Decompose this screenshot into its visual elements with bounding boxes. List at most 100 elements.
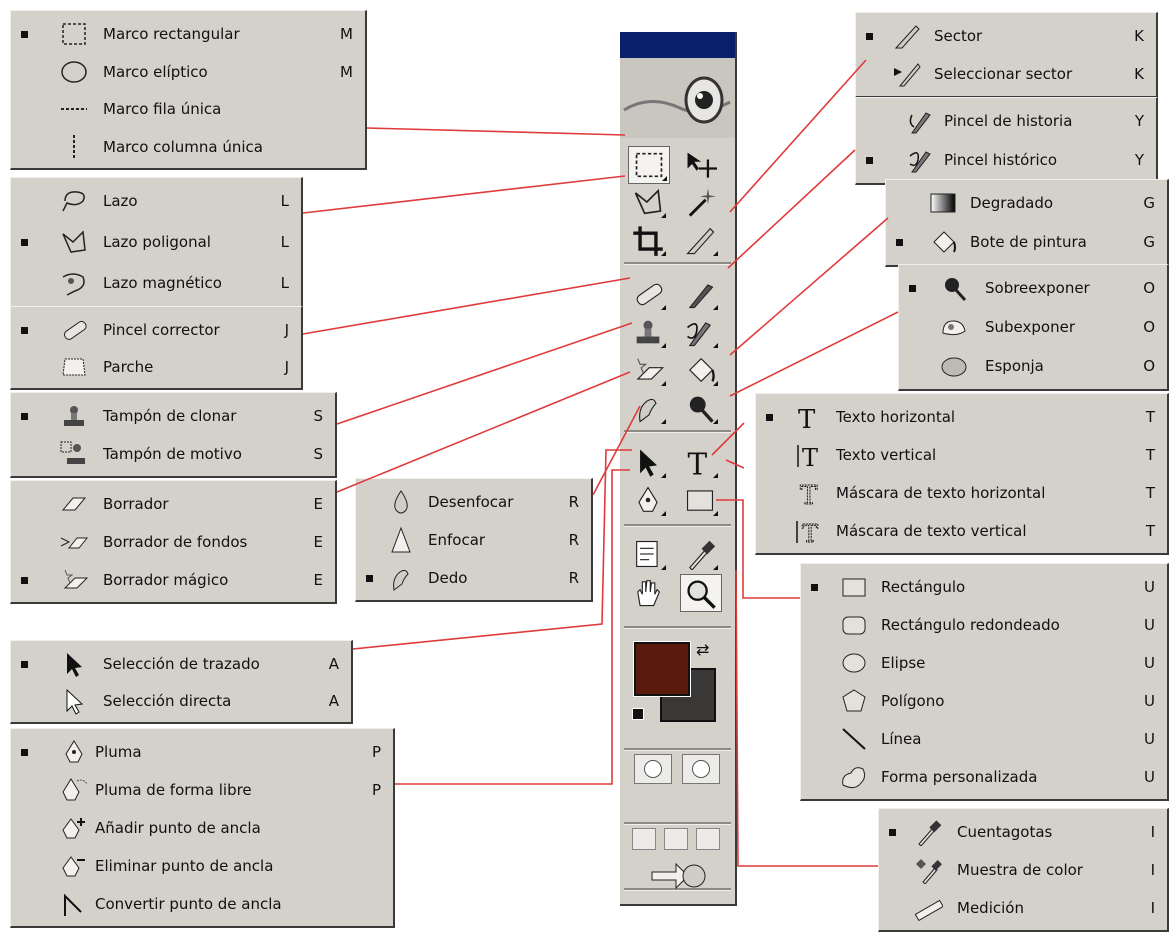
swap-colors-icon[interactable]: ⇄ xyxy=(696,640,709,659)
menu-item-delete-anchor[interactable]: Eliminar punto de ancla xyxy=(11,848,393,885)
full-screen-button[interactable] xyxy=(696,828,720,850)
menu-item-horizontal-type[interactable]: T Texto horizontal T xyxy=(756,399,1167,436)
menu-item-line[interactable]: Línea U xyxy=(801,721,1167,758)
menu-item-ellipse-marquee[interactable]: Marco elíptico M xyxy=(11,54,365,91)
menu-item-vertical-type[interactable]: T Texto vertical T xyxy=(756,437,1167,474)
menu-item-label: Borrador mágico xyxy=(103,571,229,589)
menu-item-eraser[interactable]: Borrador E xyxy=(11,486,335,523)
menu-item-polygon[interactable]: Polígono U xyxy=(801,683,1167,720)
convert-anchor-icon xyxy=(59,890,89,918)
menu-item-freeform-pen[interactable]: Pluma de forma libre P xyxy=(11,772,393,809)
menu-item-dodge[interactable]: Sobreexponer O xyxy=(899,270,1167,307)
tool-zoom[interactable] xyxy=(680,574,722,612)
menu-item-magnetic-lasso[interactable]: Lazo magnético L xyxy=(11,265,301,302)
menu-item-add-anchor[interactable]: Añadir punto de ancla xyxy=(11,810,393,847)
tool-dodge[interactable] xyxy=(680,390,720,426)
tool-magic-wand[interactable] xyxy=(680,184,720,220)
menu-item-magic-eraser[interactable]: Borrador mágico E xyxy=(11,562,335,599)
tool-rect-marquee[interactable] xyxy=(628,146,670,184)
hand-icon xyxy=(631,576,665,612)
tool-paint-bucket[interactable] xyxy=(680,352,720,388)
freeform-pen-icon xyxy=(59,776,89,804)
menu-item-history-brush[interactable]: Pincel de historia Y xyxy=(856,103,1156,140)
foreground-color-swatch[interactable] xyxy=(633,641,691,697)
tool-move[interactable] xyxy=(680,146,720,182)
menu-item-label: Elipse xyxy=(881,654,926,672)
menu-item-art-history-brush[interactable]: Pincel histórico Y xyxy=(856,142,1156,179)
menu-item-label: Subexponer xyxy=(985,318,1075,336)
tool-notes[interactable] xyxy=(628,536,668,572)
art-history-brush-icon xyxy=(683,316,717,352)
tool-pen[interactable] xyxy=(628,482,668,518)
flyout-triangle-icon xyxy=(661,343,666,348)
tool-path-selection[interactable] xyxy=(628,444,668,480)
toolbar-divider xyxy=(624,626,731,629)
tool-horizontal-type[interactable]: T xyxy=(680,444,720,482)
standard-mode-button[interactable] xyxy=(634,754,672,784)
menu-item-ellipse[interactable]: Elipse U xyxy=(801,645,1167,682)
standard-screen-button[interactable] xyxy=(632,828,656,850)
tool-eyedropper[interactable] xyxy=(680,536,720,572)
menu-item-blur[interactable]: Desenfocar R xyxy=(356,484,591,521)
tool-hand[interactable] xyxy=(628,574,668,610)
menu-item-patch[interactable]: Parche J xyxy=(11,349,301,386)
menu-item-rounded-rectangle[interactable]: Rectángulo redondeado U xyxy=(801,607,1167,644)
menu-item-background-eraser[interactable]: Borrador de fondos E xyxy=(11,524,335,561)
menu-item-measure[interactable]: Medición I xyxy=(879,890,1167,927)
menu-item-color-sampler[interactable]: Muestra de color I xyxy=(879,852,1167,889)
menu-item-clone-stamp[interactable]: Tampón de clonar S xyxy=(11,398,335,435)
tool-clone-stamp[interactable] xyxy=(628,314,668,350)
menu-item-pen[interactable]: Pluma P xyxy=(11,734,393,771)
menu-item-sponge[interactable]: Esponja O xyxy=(899,348,1167,385)
selected-bullet-icon xyxy=(21,327,28,334)
shortcut-key: U xyxy=(1144,654,1155,672)
menu-item-horizontal-type-mask[interactable]: T Máscara de texto horizontal T xyxy=(756,475,1167,512)
full-screen-menu-button[interactable] xyxy=(664,828,688,850)
menu-item-slice[interactable]: Sector K xyxy=(856,18,1156,55)
menu-item-rectangle[interactable]: Rectángulo U xyxy=(801,569,1167,606)
tool-healing-brush[interactable] xyxy=(628,276,668,312)
menu-item-convert-anchor[interactable]: Convertir punto de ancla xyxy=(11,886,393,923)
menu-item-rect-marquee[interactable]: Marco rectangular M xyxy=(11,16,365,53)
menu-item-path-selection[interactable]: Selección de trazado A xyxy=(11,646,351,683)
menu-item-burn[interactable]: Subexponer O xyxy=(899,309,1167,346)
menu-item-column-marquee[interactable]: Marco columna única xyxy=(11,129,365,166)
menu-item-label: Marco fila única xyxy=(103,100,222,118)
jump-to-imageready-button[interactable] xyxy=(648,858,708,894)
menu-item-gradient[interactable]: Degradado G xyxy=(886,185,1167,222)
shortcut-key: T xyxy=(1145,408,1155,426)
menu-item-slice-select[interactable]: Seleccionar sector K xyxy=(856,56,1156,93)
toolbox-title-bar[interactable] xyxy=(620,32,735,58)
default-colors-icon[interactable] xyxy=(632,708,644,720)
toolbar-divider xyxy=(624,430,731,433)
menu-item-polygonal-lasso[interactable]: Lazo poligonal L xyxy=(11,224,301,261)
menu-item-row-marquee[interactable]: Marco fila única xyxy=(11,91,365,128)
menu-item-label: Pluma de forma libre xyxy=(95,781,252,799)
menu-item-sharpen[interactable]: Enfocar R xyxy=(356,522,591,559)
toolbar-divider xyxy=(624,262,731,265)
tool-rectangle[interactable] xyxy=(680,482,720,518)
menu-item-paint-bucket[interactable]: Bote de pintura G xyxy=(886,224,1167,261)
quick-mask-button[interactable] xyxy=(682,754,720,784)
tool-slice[interactable] xyxy=(680,222,720,258)
tool-art-history-brush[interactable] xyxy=(680,314,720,350)
connector-line xyxy=(729,59,867,213)
menu-item-eyedropper[interactable]: Cuentagotas I xyxy=(879,814,1167,851)
tool-polygonal-lasso[interactable] xyxy=(628,184,668,220)
flyout-blur: Desenfocar R Enfocar R Dedo R xyxy=(355,478,593,602)
tool-magic-eraser[interactable] xyxy=(628,352,668,388)
menu-item-pattern-stamp[interactable]: Tampón de motivo S xyxy=(11,436,335,473)
shortcut-key: S xyxy=(313,407,323,425)
menu-item-custom-shape[interactable]: Forma personalizada U xyxy=(801,759,1167,796)
menu-item-healing-brush[interactable]: Pincel corrector J xyxy=(11,312,301,349)
menu-item-lasso[interactable]: Lazo L xyxy=(11,183,301,220)
menu-item-vertical-type-mask[interactable]: T Máscara de texto vertical T xyxy=(756,513,1167,550)
menu-item-label: Bote de pintura xyxy=(970,233,1087,251)
horizontal-type-icon: T xyxy=(683,446,717,482)
menu-item-smudge[interactable]: Dedo R xyxy=(356,560,591,597)
tool-smudge[interactable] xyxy=(628,390,668,426)
menu-item-direct-selection[interactable]: Selección directa A xyxy=(11,683,351,720)
tool-brush[interactable] xyxy=(680,276,720,312)
photoshop-eye-logo-icon[interactable] xyxy=(620,58,735,138)
tool-crop[interactable] xyxy=(628,222,668,258)
